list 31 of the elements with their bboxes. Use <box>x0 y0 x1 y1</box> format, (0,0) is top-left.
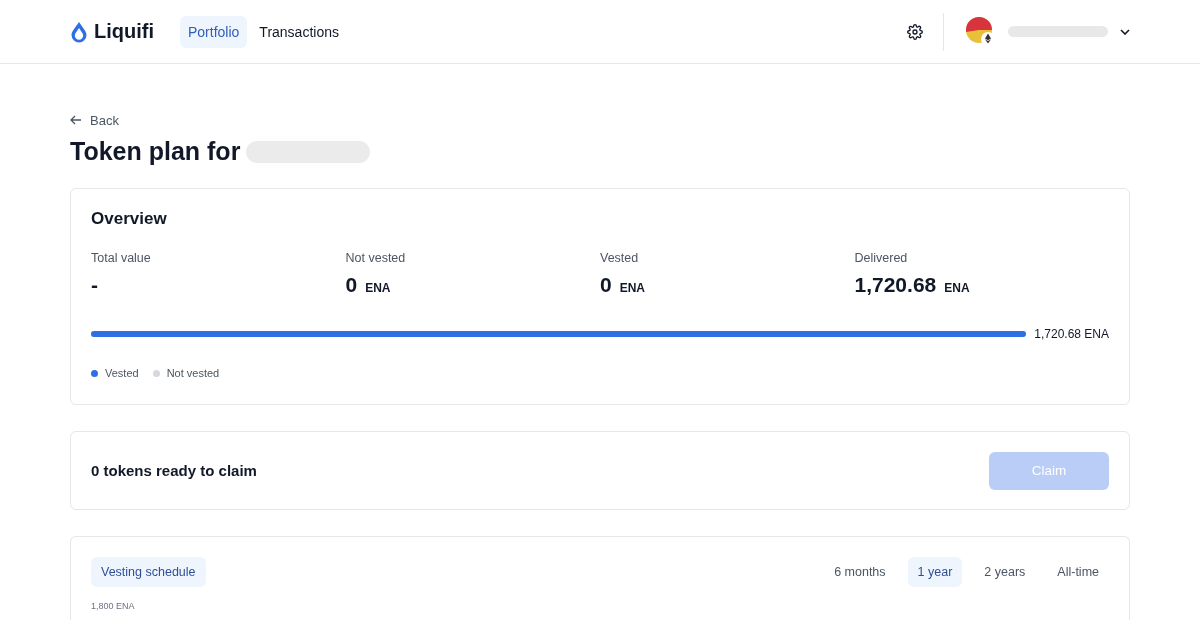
stat-value: - <box>91 273 98 297</box>
stat-value: 0 <box>600 273 612 297</box>
stat-label: Total value <box>91 251 152 265</box>
nav-tab[interactable]: Portfolio <box>180 15 248 48</box>
stat-value: 1,720.68 <box>854 273 937 297</box>
axis-label: 1,800 ENA <box>91 601 135 611</box>
chevron-down-icon[interactable] <box>1120 28 1130 35</box>
back-link[interactable]: Back <box>70 112 119 128</box>
progress-reading: 1,720.68 ENA <box>1034 327 1109 341</box>
settings-icon[interactable] <box>907 23 923 40</box>
page-title: Token plan for <box>70 137 241 166</box>
stat-unit: ENA <box>365 281 391 295</box>
arrow-left-icon <box>70 115 82 125</box>
stat-label: Vested <box>600 251 640 265</box>
period-tab[interactable]: 1 year <box>907 557 963 587</box>
stat-unit: ENA <box>619 281 646 295</box>
logo-text: Liquifi <box>94 20 154 43</box>
period-tab[interactable]: All-time <box>1047 557 1109 587</box>
stat-value: 0 <box>345 273 358 297</box>
card-title: Overview <box>91 209 168 229</box>
stat-label: Delivered <box>854 251 909 265</box>
stat-unit: ENA <box>944 281 970 295</box>
claim-text: 0 tokens ready to claim <box>91 462 257 479</box>
period-tab[interactable]: 6 months <box>824 557 896 587</box>
logo-icon <box>70 20 88 43</box>
stat-label: Not vested <box>345 251 407 265</box>
legend-label: Vested <box>105 367 139 379</box>
tab[interactable]: Vesting schedule <box>91 557 206 587</box>
legend-label: Not vested <box>166 367 220 379</box>
period-tab[interactable]: 2 years <box>974 557 1036 587</box>
nav-tab[interactable]: Transactions <box>251 15 347 48</box>
